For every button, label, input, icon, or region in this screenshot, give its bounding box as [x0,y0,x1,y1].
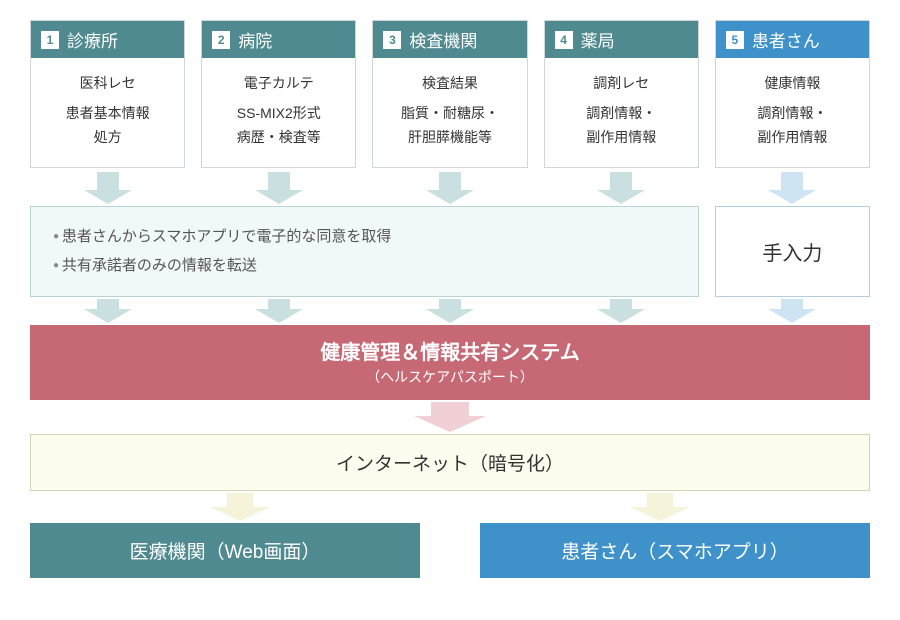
system-bar: 健康管理＆情報共有システム （ヘルスケアパスポート） [30,325,870,400]
card-lab: 3 検査機関 検査結果 脂質・耐糖尿・ 肝胆膵機能等 [372,20,527,168]
dest-patient-app: 患者さん（スマホアプリ） [480,523,870,578]
card-title: 患者さん [752,27,820,52]
card-line1: 健康情報 [722,72,863,96]
arrow-down-icon [597,299,645,323]
card-line2: SS-MIX2形式 [208,102,349,126]
arrow-down-icon [426,299,474,323]
consent-bullet: 患者さんからスマホアプリで電子的な同意を取得 [53,223,676,252]
card-line3: 処方 [37,126,178,150]
card-number-badge: 1 [41,31,59,49]
card-patient: 5 患者さん 健康情報 調剤情報・ 副作用情報 [715,20,870,168]
arrows-top [30,172,870,204]
card-header: 3 検査機関 [373,21,526,58]
card-hospital: 2 病院 電子カルテ SS-MIX2形式 病歴・検査等 [201,20,356,168]
card-line2: 調剤情報・ [551,102,692,126]
dest-medical-web: 医療機関（Web画面） [30,523,420,578]
system-title: 健康管理＆情報共有システム [31,336,869,365]
arrow-down-icon [210,493,270,521]
arrow-down-icon [597,172,645,204]
arrow-down-icon [630,493,690,521]
card-title: 診療所 [67,27,118,52]
card-body: 調剤レセ 調剤情報・ 副作用情報 [545,58,698,167]
card-number-badge: 3 [383,31,401,49]
card-title: 検査機関 [409,27,477,52]
destination-row: 医療機関（Web画面） 患者さん（スマホアプリ） [30,523,870,578]
arrow-down-icon [414,402,486,432]
card-line1: 検査結果 [379,72,520,96]
card-title: 薬局 [581,27,615,52]
card-line3: 病歴・検査等 [208,126,349,150]
card-line3: 副作用情報 [551,126,692,150]
card-header: 2 病院 [202,21,355,58]
card-line2: 調剤情報・ [722,102,863,126]
internet-label: インターネット（暗号化） [336,454,564,475]
arrows-mid [30,299,870,323]
source-cards-row: 1 診療所 医科レセ 患者基本情報 処方 2 病院 電子カルテ SS-MIX2形… [30,20,870,168]
card-body: 健康情報 調剤情報・ 副作用情報 [716,58,869,167]
card-body: 電子カルテ SS-MIX2形式 病歴・検査等 [202,58,355,167]
arrows-bottom [30,493,870,521]
mid-row: 患者さんからスマホアプリで電子的な同意を取得 共有承諾者のみの情報を転送 手入力 [30,206,870,297]
card-body: 医科レセ 患者基本情報 処方 [31,58,184,167]
arrow-down-icon [255,172,303,204]
card-line3: 肝胆膵機能等 [379,126,520,150]
card-body: 検査結果 脂質・耐糖尿・ 肝胆膵機能等 [373,58,526,167]
card-line1: 電子カルテ [208,72,349,96]
card-header: 1 診療所 [31,21,184,58]
dest-label: 医療機関（Web画面） [130,542,321,563]
dest-label: 患者さん（スマホアプリ） [561,542,788,563]
arrow-down-icon [84,299,132,323]
manual-input-box: 手入力 [715,206,870,297]
arrow-down-icon [426,172,474,204]
card-line1: 医科レセ [37,72,178,96]
consent-bullet: 共有承諾者のみの情報を転送 [53,252,676,281]
card-number-badge: 4 [555,31,573,49]
arrow-down-icon [84,172,132,204]
card-line2: 患者基本情報 [37,102,178,126]
card-number-badge: 2 [212,31,230,49]
internet-bar: インターネット（暗号化） [30,434,870,491]
card-pharmacy: 4 薬局 調剤レセ 調剤情報・ 副作用情報 [544,20,699,168]
system-subtitle: （ヘルスケアパスポート） [31,367,869,387]
card-line3: 副作用情報 [722,126,863,150]
card-clinic: 1 診療所 医科レセ 患者基本情報 処方 [30,20,185,168]
card-title: 病院 [238,27,272,52]
card-header: 4 薬局 [545,21,698,58]
card-line1: 調剤レセ [551,72,692,96]
arrow-down-icon [768,299,816,323]
card-line2: 脂質・耐糖尿・ [379,102,520,126]
card-number-badge: 5 [726,31,744,49]
arrow-down-icon [768,172,816,204]
arrow-down-icon [255,299,303,323]
manual-input-label: 手入力 [762,237,822,266]
card-header: 5 患者さん [716,21,869,58]
arrow-system-to-internet [30,402,870,432]
consent-box: 患者さんからスマホアプリで電子的な同意を取得 共有承諾者のみの情報を転送 [30,206,699,297]
